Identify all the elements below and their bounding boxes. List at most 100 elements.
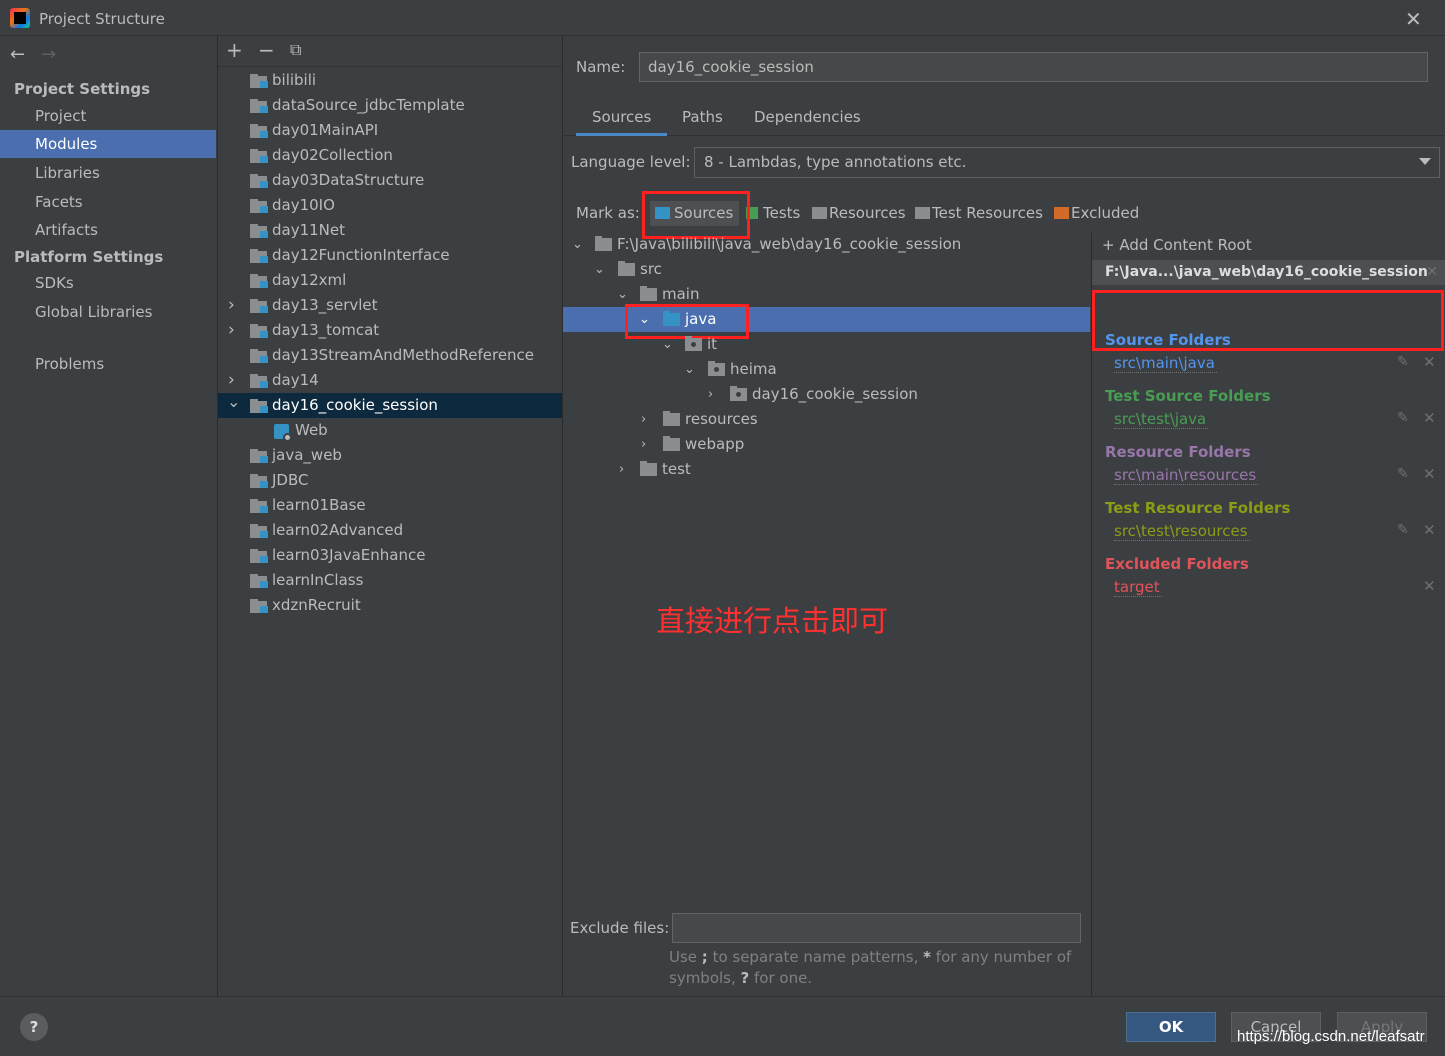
close-icon[interactable]: ✕ bbox=[1423, 577, 1436, 595]
tree-row-heima[interactable]: ⌄ heima bbox=[563, 357, 1090, 382]
close-icon[interactable]: ✕ bbox=[1405, 7, 1422, 31]
module-folder-icon bbox=[250, 399, 268, 413]
module-item[interactable]: day11Net bbox=[218, 218, 562, 243]
add-icon[interactable]: + bbox=[226, 38, 243, 62]
folder-group-path[interactable]: src\main\java bbox=[1114, 354, 1217, 373]
add-content-root-label: Add Content Root bbox=[1119, 236, 1252, 254]
add-content-root-button[interactable]: + Add Content Root bbox=[1102, 236, 1252, 254]
help-button[interactable]: ? bbox=[20, 1013, 48, 1041]
module-item-label: Web bbox=[295, 421, 328, 439]
module-item[interactable]: Web bbox=[218, 418, 562, 443]
module-folder-icon bbox=[250, 224, 268, 238]
folder-group-path[interactable]: target bbox=[1114, 578, 1162, 597]
module-item[interactable]: day12xml bbox=[218, 268, 562, 293]
mark-excluded-button[interactable]: Excluded bbox=[1051, 201, 1139, 226]
module-item[interactable]: learn02Advanced bbox=[218, 518, 562, 543]
copy-icon[interactable]: ⧉ bbox=[290, 40, 301, 60]
module-item[interactable]: dataSource_jdbcTemplate bbox=[218, 93, 562, 118]
module-item[interactable]: java_web bbox=[218, 443, 562, 468]
sidebar-item-project[interactable]: Project bbox=[0, 102, 216, 130]
language-level-select[interactable]: 8 - Lambdas, type annotations etc. bbox=[694, 147, 1440, 178]
module-item-label: day13StreamAndMethodReference bbox=[272, 346, 535, 364]
module-item[interactable]: JDBC bbox=[218, 468, 562, 493]
tree-row-root[interactable]: ⌄ F:\Java\bilibili\java_web\day16_cookie… bbox=[563, 232, 1090, 257]
tab-dependencies[interactable]: Dependencies bbox=[738, 108, 877, 136]
module-item[interactable]: day10IO bbox=[218, 193, 562, 218]
intellij-logo-icon bbox=[10, 8, 30, 28]
chevron-right-icon[interactable]: › bbox=[228, 318, 235, 343]
tree-row-src[interactable]: ⌄ src bbox=[563, 257, 1090, 282]
tab-paths[interactable]: Paths bbox=[666, 108, 739, 136]
module-toolbar: + − ⧉ bbox=[218, 36, 563, 67]
ok-button[interactable]: OK bbox=[1126, 1012, 1216, 1042]
mark-resources-button[interactable]: Resources bbox=[809, 201, 906, 226]
tree-row-webapp[interactable]: › webapp bbox=[563, 432, 1090, 457]
module-item[interactable]: › day14 bbox=[218, 368, 562, 393]
module-folder-icon bbox=[250, 274, 268, 288]
folder-group-path[interactable]: src\test\java bbox=[1114, 410, 1209, 429]
sidebar-item-facets[interactable]: Facets bbox=[0, 188, 216, 216]
module-item[interactable]: bilibili bbox=[218, 68, 562, 93]
close-icon[interactable]: ✕ bbox=[1423, 521, 1436, 539]
package-icon bbox=[685, 336, 702, 351]
chevron-right-icon[interactable]: › bbox=[228, 293, 235, 318]
module-item[interactable]: learnInClass bbox=[218, 568, 562, 593]
forward-arrow-icon[interactable]: → bbox=[41, 44, 56, 65]
pencil-icon[interactable]: ✎ bbox=[1397, 410, 1409, 426]
tree-row-day16-package[interactable]: › day16_cookie_session bbox=[563, 382, 1090, 407]
folder-group-path[interactable]: src\main\resources bbox=[1114, 466, 1259, 485]
module-item[interactable]: xdznRecruit bbox=[218, 593, 562, 618]
module-folder-icon bbox=[250, 124, 268, 138]
tree-row-test[interactable]: › test bbox=[563, 457, 1090, 482]
chevron-down-icon[interactable]: ⌄ bbox=[227, 389, 240, 414]
chevron-right-icon: › bbox=[641, 437, 647, 452]
module-item-label: day13_servlet bbox=[272, 296, 378, 314]
module-item[interactable]: day01MainAPI bbox=[218, 118, 562, 143]
module-name-input[interactable]: day16_cookie_session bbox=[639, 52, 1428, 82]
module-item[interactable]: day02Collection bbox=[218, 143, 562, 168]
sidebar-item-sdks[interactable]: SDKs bbox=[0, 269, 216, 297]
sidebar-item-modules[interactable]: Modules bbox=[0, 130, 216, 158]
module-folder-icon bbox=[250, 499, 268, 513]
exclude-files-input[interactable] bbox=[672, 913, 1081, 943]
resource-folder-icon bbox=[812, 207, 827, 219]
module-item[interactable]: day13StreamAndMethodReference bbox=[218, 343, 562, 368]
close-icon[interactable]: ✕ bbox=[1423, 409, 1436, 427]
module-folder-icon bbox=[250, 74, 268, 88]
chevron-down-icon: ⌄ bbox=[684, 362, 695, 377]
folder-group-title: Excluded Folders bbox=[1105, 555, 1249, 573]
pencil-icon[interactable]: ✎ bbox=[1397, 354, 1409, 370]
mark-tests-button[interactable]: Tests bbox=[743, 201, 800, 226]
dialog-button-bar: ? OK Cancel Apply https://blog.csdn.net/… bbox=[0, 996, 1445, 1056]
sidebar-item-libraries[interactable]: Libraries bbox=[0, 159, 216, 187]
close-icon[interactable]: ✕ bbox=[1426, 260, 1438, 285]
close-icon[interactable]: ✕ bbox=[1423, 465, 1436, 483]
remove-icon[interactable]: − bbox=[258, 38, 275, 62]
module-item[interactable]: learn03JavaEnhance bbox=[218, 543, 562, 568]
folder-group-path[interactable]: src\test\resources bbox=[1114, 522, 1250, 541]
sidebar-item-problems[interactable]: Problems bbox=[0, 350, 216, 378]
tree-row-resources[interactable]: › resources bbox=[563, 407, 1090, 432]
module-item-label: day01MainAPI bbox=[272, 121, 379, 139]
module-folder-icon bbox=[250, 324, 268, 338]
module-item[interactable]: day12FunctionInterface bbox=[218, 243, 562, 268]
module-item-label: day10IO bbox=[272, 196, 335, 214]
close-icon[interactable]: ✕ bbox=[1423, 353, 1436, 371]
module-item[interactable]: day03DataStructure bbox=[218, 168, 562, 193]
module-item[interactable]: › day13_servlet bbox=[218, 293, 562, 318]
module-list-panel: + − ⧉ bilibili dataSource_jdbcTemplateday… bbox=[218, 36, 563, 996]
module-item[interactable]: ⌄ day16_cookie_session bbox=[218, 392, 562, 418]
sidebar-item-artifacts[interactable]: Artifacts bbox=[0, 216, 216, 244]
tree-label: src bbox=[640, 260, 662, 278]
content-root-path[interactable]: F:\Java...\java_web\day16_cookie_session… bbox=[1092, 260, 1445, 285]
module-item[interactable]: › day13_tomcat bbox=[218, 318, 562, 343]
back-arrow-icon[interactable]: ← bbox=[10, 44, 25, 65]
tree-row-it[interactable]: ⌄ it bbox=[563, 332, 1090, 357]
pencil-icon[interactable]: ✎ bbox=[1397, 466, 1409, 482]
module-item-label: bilibili bbox=[272, 71, 317, 89]
pencil-icon[interactable]: ✎ bbox=[1397, 522, 1409, 538]
mark-test-resources-button[interactable]: Test Resources bbox=[912, 201, 1043, 226]
module-item[interactable]: learn01Base bbox=[218, 493, 562, 518]
tab-sources[interactable]: Sources bbox=[576, 108, 668, 136]
sidebar-item-global-libraries[interactable]: Global Libraries bbox=[0, 298, 216, 326]
